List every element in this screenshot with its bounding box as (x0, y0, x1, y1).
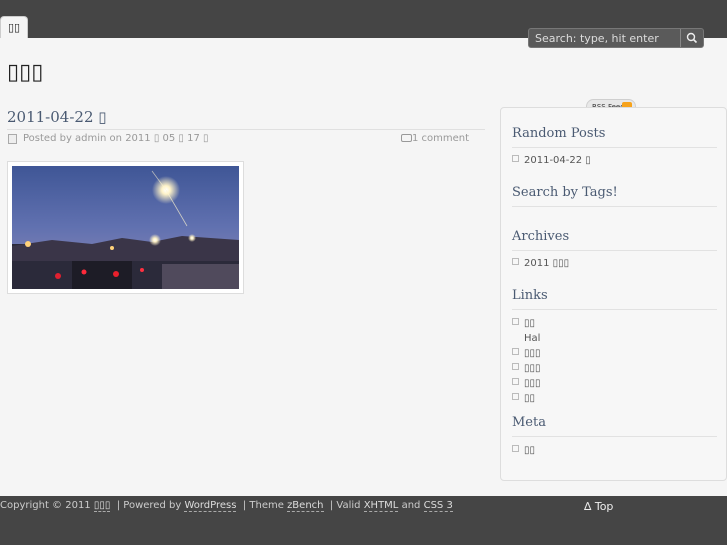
bullet-icon (512, 445, 519, 452)
post-byline: Posted by admin on 2011 ▯ 05 ▯ 17 ▯ (23, 133, 209, 144)
bullet-icon (512, 258, 519, 265)
night-street-photo (12, 166, 239, 289)
search-icon (686, 32, 698, 44)
footer-credits: Copyright © 2011 ▯▯▯ | Powered by WordPr… (0, 500, 453, 512)
bullet-icon (512, 318, 519, 325)
site-title[interactable]: ▯▯▯ (7, 60, 43, 85)
bullet-icon (512, 393, 519, 400)
nav-tab-home[interactable]: ▯▯ (0, 16, 28, 38)
widget-title-random-posts: Random Posts (512, 126, 717, 148)
bullet-icon (512, 155, 519, 162)
link-item[interactable]: ▯▯▯ (512, 348, 541, 359)
bullet-icon (512, 363, 519, 370)
meta-item[interactable]: ▯▯ (512, 445, 535, 456)
document-icon (8, 134, 17, 144)
comment-icon (401, 134, 412, 142)
link-item[interactable]: ▯▯ (512, 393, 535, 404)
comments-link[interactable]: 1 comment (412, 133, 469, 144)
archive-item[interactable]: 2011 ▯▯▯ (512, 258, 569, 269)
bullet-icon (512, 378, 519, 385)
widget-title-archives: Archives (512, 229, 717, 251)
wordpress-link[interactable]: WordPress (184, 500, 237, 512)
search-button[interactable] (680, 29, 703, 47)
widget-title-links: Links (512, 288, 717, 310)
post-title[interactable]: 2011-04-22 ▯ (7, 108, 107, 126)
bullet-icon (512, 348, 519, 355)
post-image[interactable] (7, 161, 244, 294)
link-item[interactable]: ▯▯ (512, 318, 535, 329)
search-form (528, 28, 704, 48)
css-link[interactable]: CSS 3 (423, 500, 453, 512)
widget-title-meta: Meta (512, 415, 717, 437)
back-to-top-link[interactable]: ∆ Top (584, 500, 613, 513)
xhtml-link[interactable]: XHTML (363, 500, 399, 512)
link-item[interactable]: ▯▯▯ (512, 363, 541, 374)
top-bar: ▯▯ (0, 0, 727, 48)
footer: Copyright © 2011 ▯▯▯ | Powered by WordPr… (0, 496, 727, 545)
link-item[interactable]: Hal (512, 333, 540, 344)
footer-site-link[interactable]: ▯▯▯ (93, 500, 111, 512)
search-input[interactable] (529, 29, 679, 47)
random-post-item[interactable]: 2011-04-22 ▯ (512, 155, 591, 166)
link-item[interactable]: ▯▯▯ (512, 378, 541, 389)
zbench-link[interactable]: zBench (287, 500, 324, 512)
post-meta: Posted by admin on 2011 ▯ 05 ▯ 17 ▯ 1 co… (7, 129, 485, 150)
widget-title-tags: Search by Tags! (512, 185, 717, 207)
